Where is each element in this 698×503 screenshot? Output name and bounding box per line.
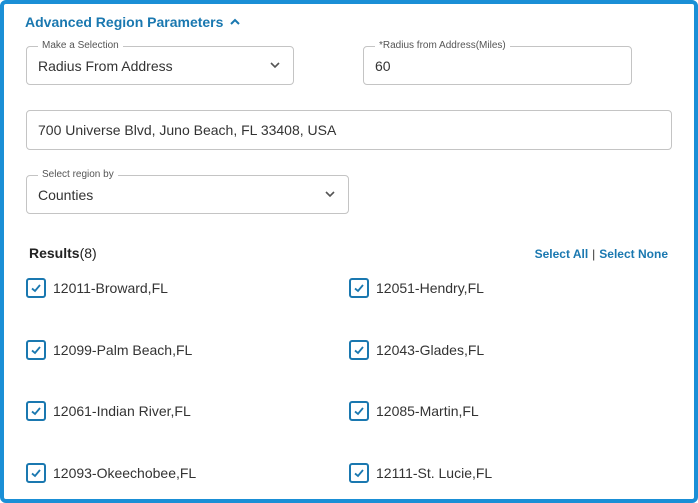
result-item-glades[interactable]: 12043-Glades,FL xyxy=(349,340,484,360)
panel-title: Advanced Region Parameters xyxy=(25,14,224,30)
panel-header-toggle[interactable]: Advanced Region Parameters xyxy=(25,14,241,30)
checkbox-checked-icon[interactable] xyxy=(26,401,46,421)
make-selection-dropdown[interactable]: Make a Selection Radius From Address xyxy=(26,40,294,85)
result-item-martin[interactable]: 12085-Martin,FL xyxy=(349,401,479,421)
result-item-label: 12051-Hendry,FL xyxy=(376,280,484,296)
result-item-hendry[interactable]: 12051-Hendry,FL xyxy=(349,278,484,298)
chevron-down-icon xyxy=(270,61,280,68)
results-label: Results xyxy=(29,245,80,261)
result-item-label: 12099-Palm Beach,FL xyxy=(53,342,193,358)
results-count: (8) xyxy=(79,245,97,261)
chevron-down-icon xyxy=(325,190,335,197)
result-item-label: 12111-St. Lucie,FL xyxy=(376,465,493,481)
result-item-indian-river[interactable]: 12061-Indian River,FL xyxy=(26,401,191,421)
radius-value: 60 xyxy=(375,57,391,74)
result-item-broward[interactable]: 12011-Broward,FL xyxy=(26,278,168,298)
radius-label: *Radius from Address(Miles) xyxy=(375,40,510,52)
checkbox-checked-icon[interactable] xyxy=(349,463,369,483)
radius-input[interactable]: *Radius from Address(Miles) 60 xyxy=(363,40,632,85)
checkbox-checked-icon[interactable] xyxy=(349,340,369,360)
checkbox-checked-icon[interactable] xyxy=(26,278,46,298)
link-separator: | xyxy=(592,247,596,261)
region-by-value: Counties xyxy=(38,186,94,203)
address-input[interactable]: 700 Universe Blvd, Juno Beach, FL 33408,… xyxy=(26,110,672,150)
result-item-st-lucie[interactable]: 12111-St. Lucie,FL xyxy=(349,463,492,483)
select-none-link[interactable]: Select None xyxy=(599,247,668,261)
result-item-palm-beach[interactable]: 12099-Palm Beach,FL xyxy=(26,340,192,360)
results-heading: Results(8) xyxy=(29,245,97,261)
result-item-label: 12043-Glades,FL xyxy=(376,342,485,358)
checkbox-checked-icon[interactable] xyxy=(26,340,46,360)
result-item-label: 12011-Broward,FL xyxy=(53,280,168,296)
checkbox-checked-icon[interactable] xyxy=(349,278,369,298)
select-links: Select All | Select None xyxy=(535,247,668,261)
result-item-okeechobee[interactable]: 12093-Okeechobee,FL xyxy=(26,463,196,483)
result-item-label: 12085-Martin,FL xyxy=(376,403,479,419)
checkbox-checked-icon[interactable] xyxy=(349,401,369,421)
result-item-label: 12061-Indian River,FL xyxy=(53,403,191,419)
select-all-link[interactable]: Select All xyxy=(535,247,589,261)
make-selection-value: Radius From Address xyxy=(38,57,173,74)
region-by-dropdown[interactable]: Select region by Counties xyxy=(26,169,349,214)
chevron-up-icon xyxy=(230,18,241,25)
advanced-region-panel: Advanced Region Parameters Make a Select… xyxy=(0,0,698,503)
result-item-label: 12093-Okeechobee,FL xyxy=(53,465,197,481)
checkbox-checked-icon[interactable] xyxy=(26,463,46,483)
address-value: 700 Universe Blvd, Juno Beach, FL 33408,… xyxy=(38,122,337,138)
